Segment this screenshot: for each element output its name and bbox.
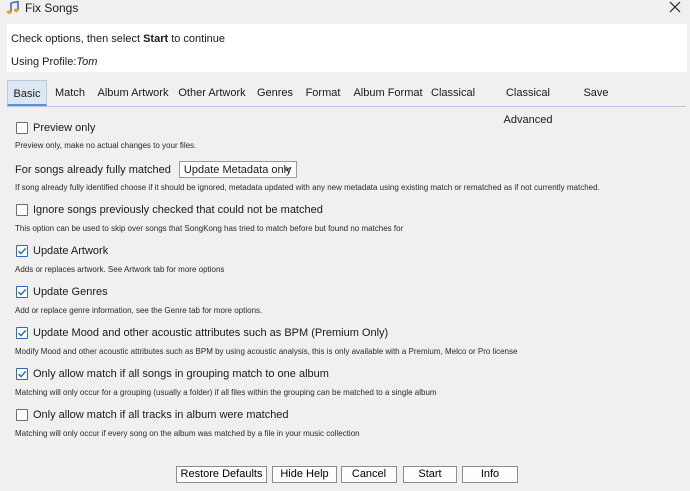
- checkmark-icon: [17, 288, 27, 296]
- music-note-icon: [6, 0, 20, 15]
- tab-album-artwork[interactable]: Album Artwork: [93, 80, 173, 106]
- tab-classical[interactable]: Classical: [431, 80, 475, 106]
- chevron-down-icon: [283, 167, 291, 172]
- ignore-previous-option[interactable]: Ignore songs previously checked that cou…: [16, 204, 323, 216]
- update-genres-label: Update Genres: [33, 286, 108, 298]
- update-genres-help: Add or replace genre information, see th…: [15, 306, 263, 315]
- already-matched-help: If song already fully identified choose …: [15, 183, 600, 192]
- all-tracks-help: Matching will only occur if every song o…: [15, 429, 360, 438]
- button-bar: Restore Defaults Hide Help Cancel Start …: [0, 466, 690, 484]
- all-tracks-label: Only allow match if all tracks in album …: [33, 409, 289, 421]
- hide-help-button[interactable]: Hide Help: [272, 466, 337, 483]
- basic-options-panel: Preview only Preview only, make no actua…: [0, 108, 690, 458]
- update-mood-option[interactable]: Update Mood and other acoustic attribute…: [16, 327, 388, 339]
- tab-other-artwork[interactable]: Other Artwork: [175, 80, 249, 106]
- ignore-previous-label: Ignore songs previously checked that cou…: [33, 204, 323, 216]
- window-title: Fix Songs: [25, 1, 79, 15]
- restore-defaults-button[interactable]: Restore Defaults: [176, 466, 267, 483]
- already-matched-select[interactable]: Update Metadata only: [178, 161, 297, 178]
- checkmark-icon: [17, 329, 27, 337]
- preview-only-label: Preview only: [33, 122, 96, 134]
- grouping-match-help: Matching will only occur for a grouping …: [15, 388, 437, 397]
- already-matched-value: Update Metadata only: [183, 163, 292, 176]
- update-mood-checkbox[interactable]: [16, 327, 28, 339]
- tab-save[interactable]: Save: [581, 80, 611, 106]
- update-artwork-help: Adds or replaces artwork. See Artwork ta…: [15, 265, 225, 274]
- tab-classical-advanced[interactable]: Classical Advanced: [484, 80, 572, 126]
- checkmark-icon: [17, 370, 27, 378]
- already-matched-option: For songs already fully matched Update M…: [15, 161, 297, 178]
- all-tracks-option[interactable]: Only allow match if all tracks in album …: [16, 409, 289, 421]
- update-mood-label: Update Mood and other acoustic attribute…: [33, 327, 389, 339]
- update-artwork-option[interactable]: Update Artwork: [16, 245, 108, 257]
- grouping-match-option[interactable]: Only allow match if all songs in groupin…: [16, 368, 329, 380]
- instructions-panel: Check options, then select Start to cont…: [7, 24, 687, 72]
- all-tracks-checkbox[interactable]: [16, 409, 28, 421]
- tab-bar: Basic Match Album Artwork Other Artwork …: [7, 80, 686, 126]
- info-button[interactable]: Info: [462, 466, 518, 483]
- tab-album-format[interactable]: Album Format: [351, 80, 425, 106]
- cancel-button[interactable]: Cancel: [341, 466, 397, 483]
- ignore-previous-help: This option can be used to skip over son…: [15, 224, 404, 233]
- update-genres-option[interactable]: Update Genres: [16, 286, 108, 298]
- update-mood-help: Modify Mood and other acoustic attribute…: [15, 347, 518, 356]
- update-artwork-label: Update Artwork: [33, 245, 109, 257]
- ignore-previous-checkbox[interactable]: [16, 204, 28, 216]
- grouping-match-checkbox[interactable]: [16, 368, 28, 380]
- preview-only-checkbox[interactable]: [16, 122, 28, 134]
- tab-format[interactable]: Format: [302, 80, 344, 106]
- preview-only-option[interactable]: Preview only: [16, 122, 95, 134]
- tab-match[interactable]: Match: [51, 80, 89, 106]
- title-bar: Fix Songs: [0, 0, 690, 24]
- grouping-match-label: Only allow match if all songs in groupin…: [33, 368, 329, 380]
- update-genres-checkbox[interactable]: [16, 286, 28, 298]
- already-matched-label: For songs already fully matched: [15, 163, 171, 176]
- update-artwork-checkbox[interactable]: [16, 245, 28, 257]
- preview-only-help: Preview only, make no actual changes to …: [15, 141, 197, 150]
- tab-genres[interactable]: Genres: [255, 80, 295, 106]
- start-button[interactable]: Start: [403, 466, 457, 483]
- tab-basic[interactable]: Basic: [7, 80, 47, 106]
- instruction-text: Check options, then select Start to cont…: [11, 33, 226, 45]
- checkmark-icon: [17, 247, 27, 255]
- close-icon[interactable]: [668, 0, 682, 14]
- profile-text: Using Profile:Tom: [11, 56, 98, 68]
